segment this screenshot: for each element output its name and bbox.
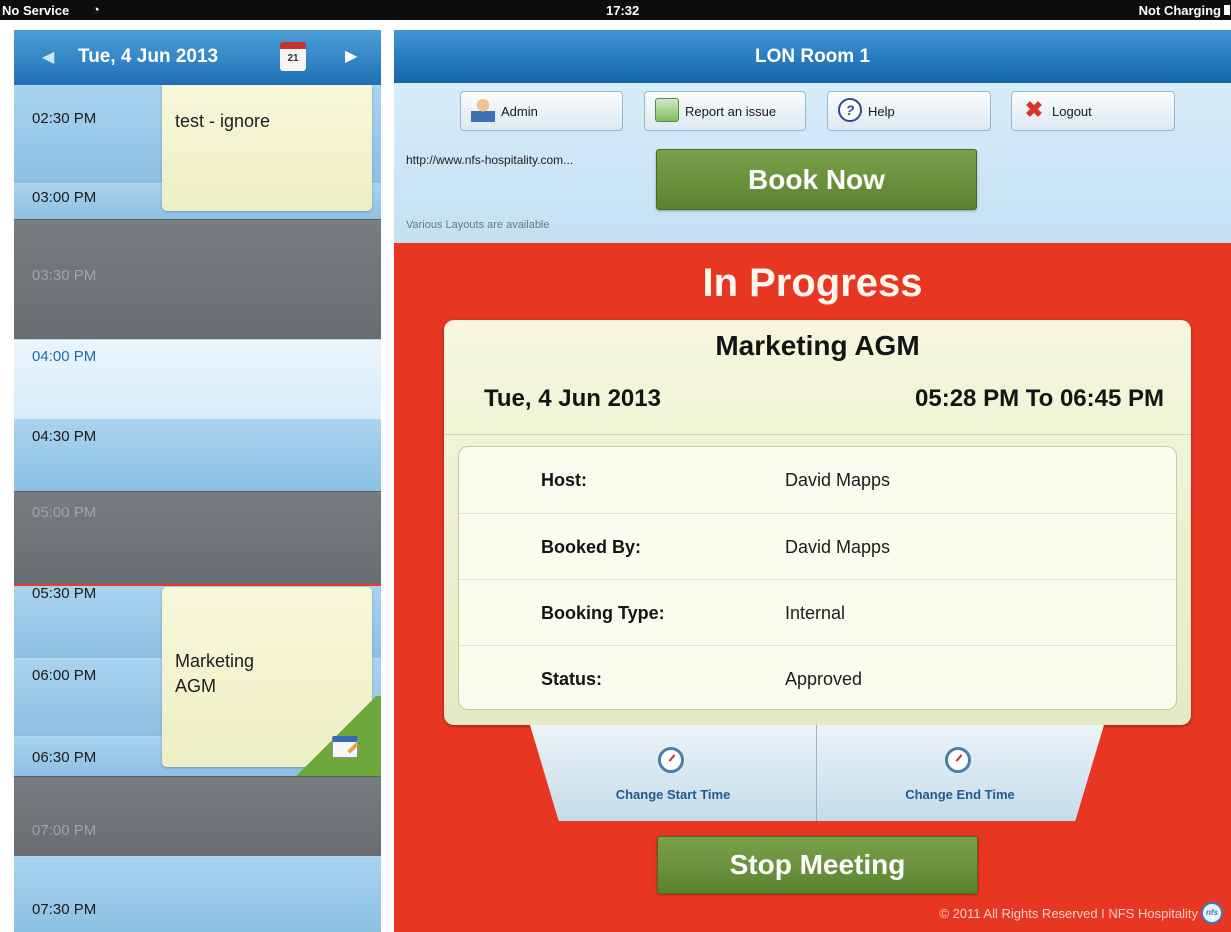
next-day-arrow-icon[interactable]: ▶ [345,46,357,66]
book-now-button[interactable]: Book Now [656,149,977,210]
help-icon: ? [838,98,862,122]
logout-button[interactable]: ✖ Logout [1011,91,1175,131]
detail-label: Booking Type: [541,603,665,623]
time-slot-label: 06:30 PM [32,749,97,766]
status-bar: No Service ◔ 17:32 Not Charging [0,0,1231,20]
admin-button[interactable]: Admin [460,91,623,131]
logout-icon: ✖ [1024,97,1044,122]
screen: ◀ Tue, 4 Jun 2013 21 ▶ 02:30 PM 03:00 PM… [0,0,1231,932]
time-slot-label: 05:30 PM [32,585,97,602]
time-slot-label: 02:30 PM [32,110,97,127]
change-end-time-label: Change End Time [905,787,1015,802]
clock-text: 17:32 [606,3,640,18]
detail-row: Status: Approved [459,645,1176,711]
detail-value: David Mapps [785,470,891,490]
time-slot-label: 05:00 PM [32,504,97,521]
charging-status: Not Charging [1138,3,1221,18]
time-slot-label: 07:30 PM [32,901,97,918]
report-issue-label: Report an issue [685,104,777,119]
time-slot[interactable]: 04:30 PM [14,419,381,491]
time-change-tray: Change Start Time Change End Time [530,725,1104,821]
meeting-details: Host: David Mapps Booked By: David Mapps… [458,446,1177,710]
detail-label: Booked By: [541,537,642,557]
change-start-time-label: Change Start Time [615,787,731,802]
toolbar: Admin Report an issue ? Help ✖ Logout ht… [394,83,1231,243]
time-slot-label: 04:30 PM [32,428,97,445]
time-slot-label: 04:00 PM [32,348,97,365]
detail-value: Approved [785,669,863,689]
meeting-title: Marketing AGM [715,330,920,361]
change-start-time-button[interactable]: Change Start Time [530,725,816,821]
help-button[interactable]: ? Help [827,91,991,131]
calendar-panel: ◀ Tue, 4 Jun 2013 21 ▶ 02:30 PM 03:00 PM… [14,30,381,932]
room-title: LON Room 1 [394,30,1231,83]
website-link[interactable]: http://www.nfs-hospitality.com... [406,153,573,167]
report-issue-icon [655,98,679,122]
time-slot: 07:00 PM [14,776,381,856]
carrier-text: No Service [2,3,70,18]
calendar-event[interactable]: test - ignore [162,85,372,211]
room-panel: LON Room 1 Admin Report an issue ? Help … [394,30,1231,932]
time-slot-label: 03:00 PM [32,189,97,206]
nfs-logo-icon: nfs [1201,902,1223,924]
time-slot-label: 07:00 PM [32,822,97,839]
meeting-time-range: 05:28 PM To 06:45 PM [915,385,1164,412]
edit-event-icon[interactable] [332,736,358,758]
time-slot-label: 03:30 PM [32,267,97,284]
logout-label: Logout [1052,104,1092,119]
copyright-text: © 2011 All Rights Reserved I NFS Hospita… [939,906,1198,921]
detail-value: Internal [785,603,846,623]
detail-row: Booking Type: Internal [459,579,1176,645]
time-slot[interactable]: 04:00 PM [14,339,381,419]
report-issue-button[interactable]: Report an issue [644,91,806,131]
clock-icon [658,747,684,773]
previous-day-arrow-icon[interactable]: ◀ [42,47,54,67]
detail-label: Host: [541,470,587,490]
calendar-date: Tue, 4 Jun 2013 [78,46,219,67]
layouts-note: Various Layouts are available [406,219,550,231]
stop-meeting-button[interactable]: Stop Meeting [657,836,978,894]
admin-icon [471,98,495,122]
admin-label: Admin [501,104,538,119]
meeting-card: Marketing AGM Tue, 4 Jun 2013 05:28 PM T… [444,320,1191,725]
wifi-icon: ◔ [92,2,100,17]
date-navigation-bar: ◀ Tue, 4 Jun 2013 21 ▶ [14,30,381,85]
time-slot: 03:30 PM [14,219,381,339]
time-slot: 05:00 PM [14,491,381,584]
meeting-date: Tue, 4 Jun 2013 [484,385,661,412]
calendar-event-title: Marketing AGM [175,651,255,696]
meeting-status-heading: In Progress [702,261,923,305]
clock-icon [945,747,971,773]
detail-row: Booked By: David Mapps [459,513,1176,579]
calendar-icon[interactable]: 21 [280,42,306,71]
change-end-time-button[interactable]: Change End Time [817,725,1103,821]
calendar-event-title: test - ignore [175,111,271,131]
detail-label: Status: [541,669,603,689]
detail-value: David Mapps [785,537,891,557]
time-slot-label: 06:00 PM [32,667,97,684]
current-time-line [14,584,381,586]
help-label: Help [868,104,895,119]
time-slot[interactable]: 07:30 PM [14,856,381,932]
battery-icon [1224,5,1230,15]
divider [444,434,1191,435]
detail-row: Host: David Mapps [459,447,1176,513]
